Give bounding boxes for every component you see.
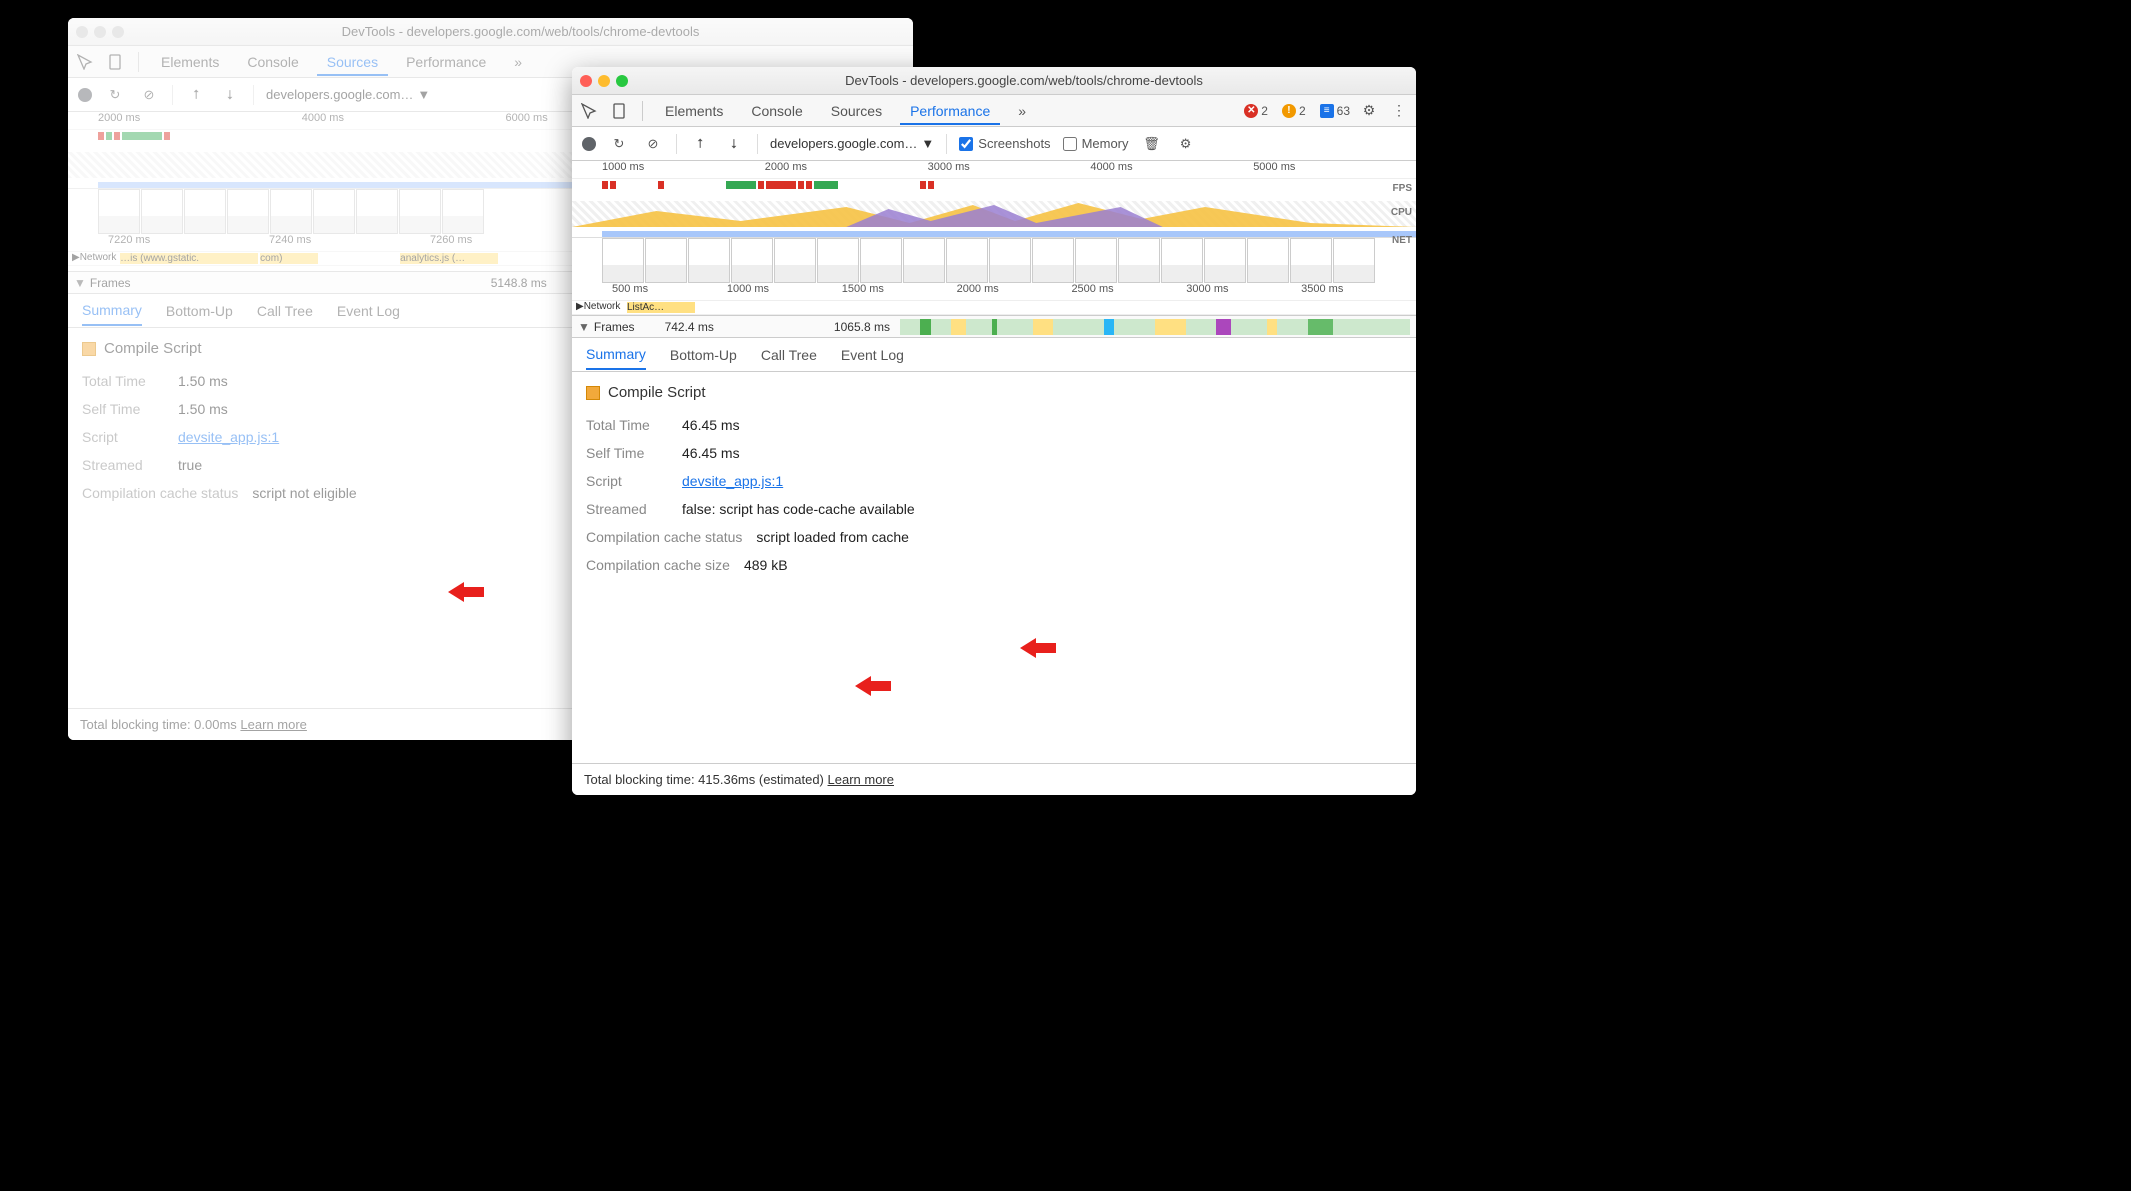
reload-icon[interactable]: ↻ xyxy=(608,133,630,155)
minimize-icon[interactable] xyxy=(598,75,610,87)
chevron-down-icon: ▼ xyxy=(921,136,934,151)
main-tabbar: Elements Console Sources Performance » ✕… xyxy=(572,95,1416,127)
frame-time-2: 1065.8 ms xyxy=(834,320,890,334)
kebab-icon[interactable]: ⋮ xyxy=(1388,100,1410,122)
tab-performance[interactable]: Performance xyxy=(396,48,496,76)
screenshots-checkbox[interactable]: Screenshots xyxy=(959,136,1050,151)
clear-icon[interactable]: ⊘ xyxy=(642,133,664,155)
zoom-icon[interactable] xyxy=(616,75,628,87)
frames-label: Frames xyxy=(594,320,635,334)
tab-sources[interactable]: Sources xyxy=(821,97,892,125)
tab-calltree[interactable]: Call Tree xyxy=(257,297,313,325)
tab-elements[interactable]: Elements xyxy=(655,97,733,125)
cpu-label: CPU xyxy=(1391,207,1412,218)
net-label: NET xyxy=(1392,235,1412,246)
close-icon[interactable] xyxy=(76,26,88,38)
network-lane[interactable]: ▶ Network ListAc… xyxy=(572,301,1416,315)
detail-ruler: 500 ms 1000 ms 1500 ms 2000 ms 2500 ms 3… xyxy=(572,283,1416,301)
event-title: Compile Script xyxy=(586,384,1402,401)
fps-label: FPS xyxy=(1393,183,1412,194)
learn-more-link[interactable]: Learn more xyxy=(240,717,306,732)
tab-more[interactable]: » xyxy=(504,48,532,76)
detail-tabs: Summary Bottom-Up Call Tree Event Log xyxy=(572,338,1416,372)
error-badge[interactable]: ✕2 xyxy=(1244,104,1268,118)
chevron-down-icon: ▼ xyxy=(417,87,430,102)
cpu-strip xyxy=(572,201,1416,227)
overview-ruler: 1000 ms 2000 ms 3000 ms 4000 ms 5000 ms xyxy=(572,161,1416,179)
window-title: DevTools - developers.google.com/web/too… xyxy=(136,24,905,39)
frames-row[interactable]: ▼ Frames 742.4 ms 1065.8 ms xyxy=(572,316,1416,338)
tab-console[interactable]: Console xyxy=(741,97,812,125)
frame-time-1: 742.4 ms xyxy=(665,320,714,334)
tab-calltree[interactable]: Call Tree xyxy=(761,341,817,369)
summary-panel: Compile Script Total Time46.45 ms Self T… xyxy=(572,372,1416,763)
perf-toolbar: ↻ ⊘ ⭡ ⭣ developers.google.com… ▼ Screens… xyxy=(572,127,1416,161)
devtools-window-front: DevTools - developers.google.com/web/too… xyxy=(572,67,1416,795)
gear-icon[interactable]: ⚙ xyxy=(1358,100,1380,122)
zoom-icon[interactable] xyxy=(112,26,124,38)
tab-console[interactable]: Console xyxy=(237,48,308,76)
download-icon[interactable]: ⭣ xyxy=(723,133,745,155)
callout-arrow-icon xyxy=(1020,636,1056,660)
event-swatch-icon xyxy=(82,342,96,356)
tab-summary[interactable]: Summary xyxy=(586,340,646,370)
titlebar: DevTools - developers.google.com/web/too… xyxy=(68,18,913,46)
tab-performance[interactable]: Performance xyxy=(900,97,1000,125)
message-badge[interactable]: ≡63 xyxy=(1320,104,1350,118)
window-title: DevTools - developers.google.com/web/too… xyxy=(640,73,1408,88)
url-label: developers.google.com… xyxy=(770,136,917,151)
screenshots-strip xyxy=(572,237,1416,283)
close-icon[interactable] xyxy=(580,75,592,87)
overview[interactable]: 1000 ms 2000 ms 3000 ms 4000 ms 5000 ms … xyxy=(572,161,1416,316)
tab-eventlog[interactable]: Event Log xyxy=(337,297,400,325)
record-icon[interactable] xyxy=(582,137,596,151)
frames-bars xyxy=(900,319,1410,335)
device-icon[interactable] xyxy=(104,51,126,73)
minimize-icon[interactable] xyxy=(94,26,106,38)
upload-icon[interactable]: ⭡ xyxy=(689,133,711,155)
tab-sources[interactable]: Sources xyxy=(317,48,388,76)
script-link[interactable]: devsite_app.js:1 xyxy=(178,429,279,445)
net-strip xyxy=(602,227,1416,237)
warning-badge[interactable]: 2 xyxy=(1282,104,1306,118)
tab-elements[interactable]: Elements xyxy=(151,48,229,76)
device-icon[interactable] xyxy=(608,100,630,122)
traffic-lights xyxy=(76,26,124,38)
frames-label: Frames xyxy=(90,276,131,290)
learn-more-link[interactable]: Learn more xyxy=(828,772,894,787)
download-icon[interactable]: ⭣ xyxy=(219,84,241,106)
url-dropdown[interactable]: developers.google.com… ▼ xyxy=(770,136,934,151)
gear-icon[interactable]: ⚙ xyxy=(1175,133,1197,155)
callout-arrow-icon xyxy=(855,674,891,698)
tab-more[interactable]: » xyxy=(1008,97,1036,125)
tab-bottomup[interactable]: Bottom-Up xyxy=(166,297,233,325)
script-link[interactable]: devsite_app.js:1 xyxy=(682,473,783,489)
record-icon[interactable] xyxy=(78,88,92,102)
inspect-icon[interactable] xyxy=(578,100,600,122)
fps-strip xyxy=(572,179,1416,201)
footer: Total blocking time: 415.36ms (estimated… xyxy=(572,763,1416,795)
reload-icon[interactable]: ↻ xyxy=(104,84,126,106)
tab-bottomup[interactable]: Bottom-Up xyxy=(670,341,737,369)
tab-summary[interactable]: Summary xyxy=(82,296,142,326)
network-label: Network xyxy=(80,252,117,265)
upload-icon[interactable]: ⭡ xyxy=(185,84,207,106)
titlebar: DevTools - developers.google.com/web/too… xyxy=(572,67,1416,95)
network-label: Network xyxy=(584,301,621,314)
trash-icon[interactable]: 🗑 xyxy=(1141,133,1163,155)
inspect-icon[interactable] xyxy=(74,51,96,73)
event-swatch-icon xyxy=(586,386,600,400)
memory-checkbox[interactable]: Memory xyxy=(1063,136,1129,151)
traffic-lights xyxy=(580,75,628,87)
url-dropdown[interactable]: developers.google.com… ▼ xyxy=(266,87,430,102)
callout-arrow-icon xyxy=(448,580,484,604)
url-label: developers.google.com… xyxy=(266,87,413,102)
tab-eventlog[interactable]: Event Log xyxy=(841,341,904,369)
clear-icon[interactable]: ⊘ xyxy=(138,84,160,106)
